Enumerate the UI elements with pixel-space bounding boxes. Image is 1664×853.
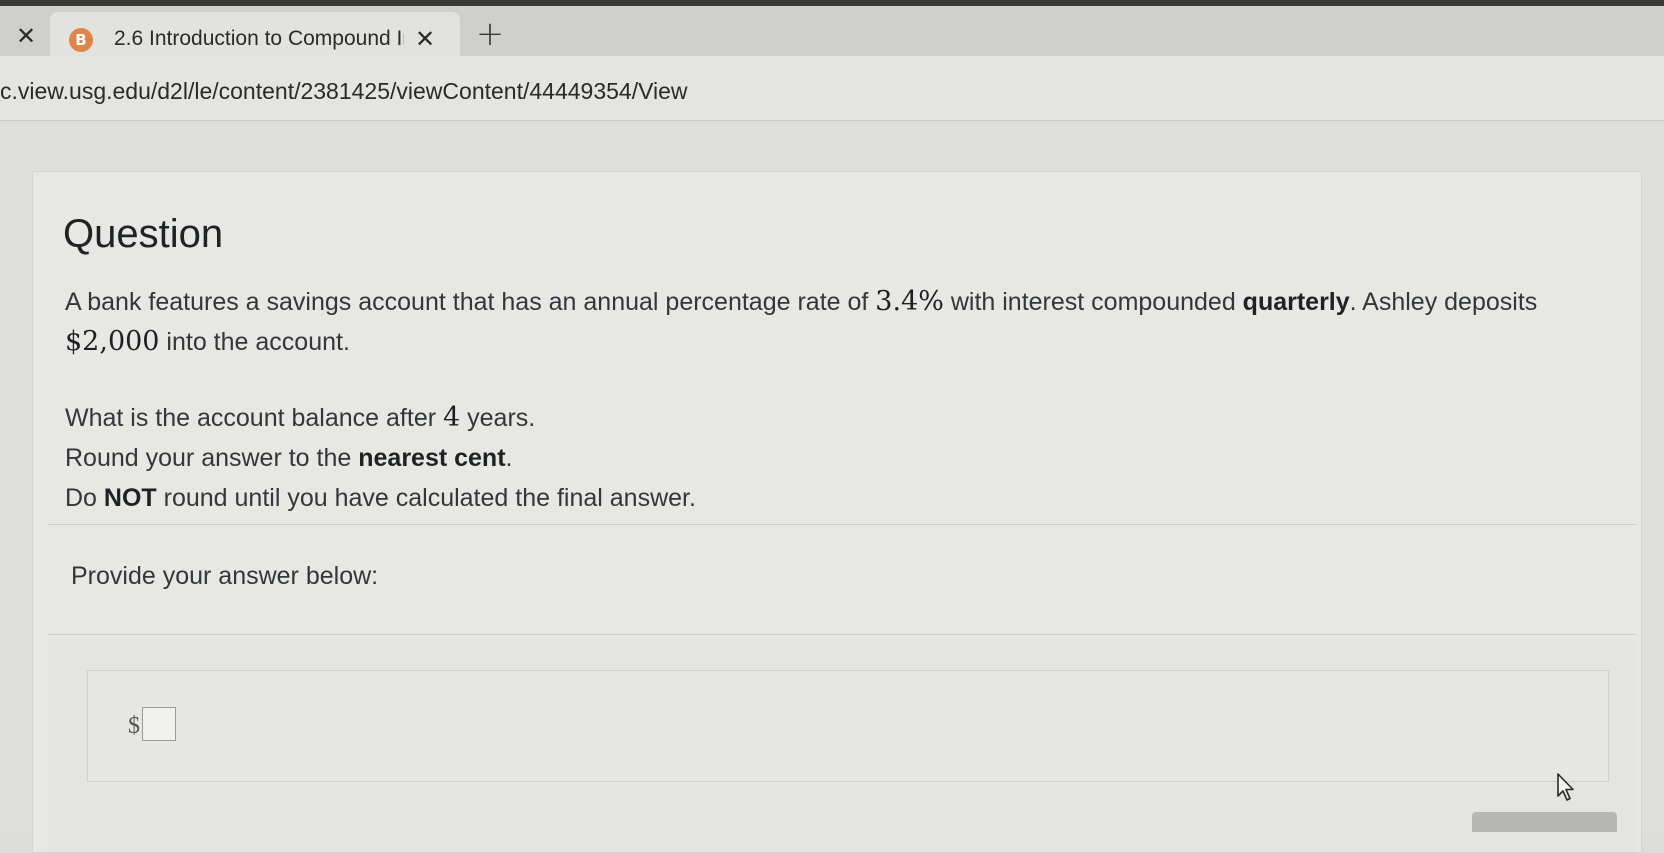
instruction-line: What is the account balance after 4 year… [65,398,1625,438]
currency-symbol: $ [128,713,140,739]
tab-active[interactable]: B 2.6 Introduction to Compound Ir ✕ [50,12,460,62]
instruction-text: . [505,444,513,472]
instruction-text: What is the account balance after [65,404,443,432]
question-text: A bank features a savings account that h… [65,282,1625,362]
tab-title: 2.6 Introduction to Compound Ir [114,27,404,50]
answer-box: $ [87,670,1609,782]
rounding-emphasis: nearest cent [358,444,506,472]
mouse-pointer-icon [1557,773,1574,801]
question-heading: Question [63,212,224,256]
answer-area: $ [47,640,1637,852]
close-tab-icon[interactable]: ✕ [410,24,440,54]
question-card: Question A bank features a savings accou… [32,171,1642,853]
close-previous-tab-icon[interactable]: ✕ [10,20,42,52]
answer-input[interactable] [142,707,176,741]
compounding-frequency: quarterly [1242,288,1350,316]
rate-value: 3.4% [875,286,944,317]
page-content: Question A bank features a savings accou… [0,121,1664,853]
question-text-part: . Ashley deposits [1349,288,1538,316]
submit-button[interactable] [1472,812,1617,832]
instruction-text: round until you have calculated the fina… [156,484,696,512]
not-emphasis: NOT [103,484,157,512]
instruction-text: Round your answer to the [65,444,359,472]
question-text-part: with interest compounded [943,288,1243,316]
site-favicon-icon: B [69,28,93,52]
years-value: 4 [443,402,461,433]
instruction-text: Do [65,484,104,512]
tab-bar: ✕ B 2.6 Introduction to Compound Ir ✕ + [0,6,1664,62]
instruction-line: Round your answer to the nearest cent. [65,438,1625,478]
url-text[interactable]: c.view.usg.edu/d2l/le/content/2381425/vi… [0,76,800,106]
instruction-line: Do NOT round until you have calculated t… [65,478,1625,518]
question-text-part: A bank features a savings account that h… [65,288,876,316]
divider [47,634,1637,635]
divider [47,524,1637,525]
question-instructions: What is the account balance after 4 year… [65,398,1625,518]
address-bar[interactable]: c.view.usg.edu/d2l/le/content/2381425/vi… [0,56,1664,121]
answer-prompt: Provide your answer below: [71,562,379,590]
question-text-part: into the account. [159,328,350,356]
new-tab-icon[interactable]: + [470,16,510,56]
deposit-amount: $2,000 [65,326,160,357]
instruction-text: years. [460,404,536,432]
